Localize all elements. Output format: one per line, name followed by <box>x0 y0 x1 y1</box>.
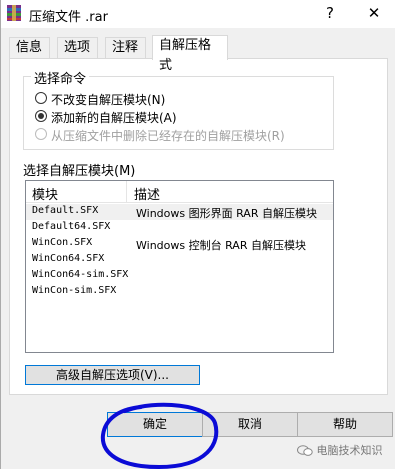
module-description: Windows 控制台 RAR 自解压模块 <box>136 239 306 252</box>
radio-label: 添加新的自解压模块(A) <box>51 111 177 125</box>
winrar-archive-icon <box>7 5 21 21</box>
advanced-sfx-options-button[interactable]: 高级自解压选项(V)... <box>25 365 200 385</box>
tab-info[interactable]: 信息 <box>9 37 50 59</box>
radio-label: 从压缩文件中删除已经存在的自解压模块(R) <box>51 129 285 143</box>
list-row[interactable]: Default64.SFX <box>26 220 333 236</box>
radio-keep-module[interactable]: 不改变自解压模块(N) <box>35 90 195 107</box>
window-title: 压缩文件 .rar <box>29 10 108 25</box>
column-header-description[interactable]: 描述 <box>134 184 160 203</box>
wechat-icon <box>297 445 313 456</box>
radio-button[interactable] <box>35 92 47 104</box>
radio-label: 不改变自解压模块(N) <box>51 93 166 107</box>
tab-options[interactable]: 选项 <box>57 37 98 59</box>
column-header-module[interactable]: 模块 <box>32 184 58 203</box>
close-button[interactable]: ✕ <box>359 2 389 24</box>
tab-sfx[interactable]: 自解压格式 <box>152 35 228 73</box>
module-listbox[interactable]: 模块 描述 Default.SFX Windows 图形界面 RAR 自解压模块… <box>25 180 334 353</box>
list-row[interactable]: WinCon.SFX Windows 控制台 RAR 自解压模块 <box>26 236 333 252</box>
module-name: WinCon.SFX <box>32 237 93 248</box>
radio-remove-module: 从压缩文件中删除已经存在的自解压模块(R) <box>35 126 325 143</box>
watermark: 电脑技术知识 <box>297 442 383 458</box>
module-name: Default.SFX <box>32 205 99 216</box>
column-divider[interactable] <box>126 181 127 202</box>
list-row[interactable]: WinCon64.SFX <box>26 252 333 268</box>
tab-comment[interactable]: 注释 <box>105 37 146 59</box>
module-name: WinCon-sim.SFX <box>32 285 117 296</box>
list-row[interactable]: Default.SFX Windows 图形界面 RAR 自解压模块 <box>26 204 333 220</box>
module-name: Default64.SFX <box>32 221 111 232</box>
module-description: Windows 图形界面 RAR 自解压模块 <box>136 207 317 220</box>
title-bar: 压缩文件 .rar ? ✕ <box>1 0 395 28</box>
module-list-label: 选择自解压模块(M) <box>23 164 136 179</box>
help-title-button[interactable]: ? <box>315 2 345 24</box>
module-name: WinCon64-sim.SFX <box>32 269 129 280</box>
radio-button-checked[interactable] <box>35 110 47 122</box>
list-row[interactable]: WinCon-sim.SFX <box>26 284 333 300</box>
watermark-text: 电脑技术知识 <box>316 444 383 457</box>
module-name: WinCon64.SFX <box>32 253 105 264</box>
ok-button[interactable]: 确定 <box>107 412 203 437</box>
cancel-button[interactable]: 取消 <box>202 412 298 437</box>
help-button[interactable]: 帮助 <box>297 412 393 437</box>
archive-properties-dialog: 压缩文件 .rar ? ✕ 信息 选项 注释 自解压格式 选择命令 不改变自解压… <box>0 0 395 469</box>
radio-button-disabled <box>35 128 47 140</box>
command-group-title: 选择命令 <box>31 68 90 87</box>
list-header: 模块 描述 <box>26 181 333 203</box>
radio-add-module[interactable]: 添加新的自解压模块(A) <box>35 108 205 125</box>
list-row[interactable]: WinCon64-sim.SFX <box>26 268 333 284</box>
